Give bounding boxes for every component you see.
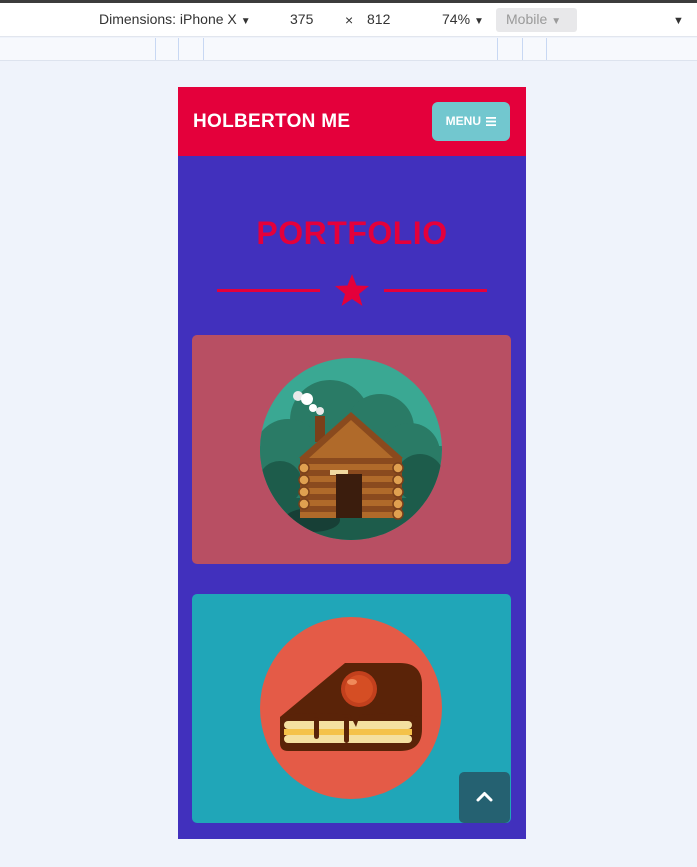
ruler-tick <box>497 38 498 60</box>
dropdown-caret-icon: ▼ <box>240 16 251 27</box>
ruler-tick <box>203 38 204 60</box>
brand-logo[interactable]: HOLBERTON ME <box>193 111 350 133</box>
dropdown-caret-icon: ▼ <box>551 16 562 27</box>
cake-slice-illustration <box>260 617 442 799</box>
ruler-tick <box>546 38 547 60</box>
portfolio-card-cabin[interactable] <box>192 335 511 564</box>
media-query-ruler <box>0 38 697 61</box>
more-options-icon[interactable]: ▼ <box>673 15 684 27</box>
times-icon: × <box>345 12 354 28</box>
ruler-tick <box>155 38 156 60</box>
throttle-select[interactable]: Mobile ▼ <box>496 8 577 32</box>
device-dimensions-label: Dimensions: iPhone X <box>99 11 237 27</box>
section-title: PORTFOLIO <box>256 215 448 251</box>
device-viewport: HOLBERTON ME MENU PORTFOLIO <box>178 87 526 839</box>
zoom-select[interactable]: 74% ▼ <box>442 11 484 27</box>
ruler-tick <box>522 38 523 60</box>
width-input[interactable]: 375 <box>290 11 313 27</box>
ruler-tick <box>178 38 179 60</box>
divider-line-left <box>217 289 320 292</box>
chevron-up-icon <box>476 792 493 802</box>
back-to-top-button[interactable] <box>459 772 510 823</box>
divider-line-right <box>384 289 487 292</box>
height-input[interactable]: 812 <box>367 11 390 27</box>
star-icon <box>335 274 369 306</box>
menu-label: MENU <box>445 114 481 128</box>
throttle-label: Mobile <box>506 11 548 27</box>
site-header: HOLBERTON ME MENU <box>178 87 526 156</box>
devtools-device-toolbar: Dimensions: iPhone X ▼ 375 × 812 74% ▼ Mob… <box>0 3 697 37</box>
zoom-label: 74% <box>442 11 471 27</box>
log-cabin-illustration <box>260 358 442 540</box>
dropdown-caret-icon: ▼ <box>474 16 484 27</box>
menu-button[interactable]: MENU <box>432 102 510 141</box>
hamburger-icon <box>486 117 497 126</box>
device-dimensions-select[interactable]: Dimensions: iPhone X ▼ <box>99 11 251 27</box>
